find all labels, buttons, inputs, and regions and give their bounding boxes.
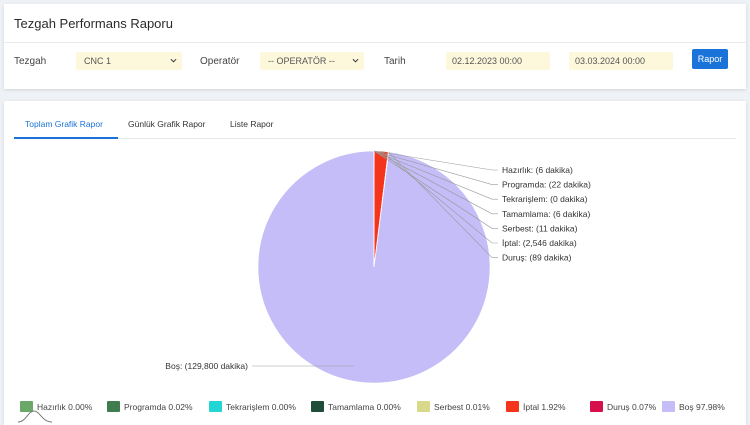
pie-label-programda: Programda: (22 dakika) [502, 180, 591, 190]
legend-swatch [662, 401, 675, 412]
pie-label-durus: Duruş: (89 dakika) [502, 253, 572, 263]
legend-label: Programda 0.02% [124, 402, 193, 412]
legend-label: Boş 97.98% [679, 402, 725, 412]
report-button[interactable]: Rapor [692, 49, 728, 69]
legend-swatch [590, 401, 603, 412]
legend-swatch [506, 401, 519, 412]
legend-swatch [107, 401, 120, 412]
date-start-input[interactable]: 02.12.2023 00:00 [446, 52, 550, 70]
legend-label: Duruş 0.07% [607, 402, 657, 412]
filter-panel: Tezgah Performans Raporu Tezgah CNC 1 Op… [4, 4, 746, 89]
pie-label-bos: Boş: (129,800 dakika) [165, 361, 248, 371]
report-panel: Toplam Grafik Rapor Günlük Grafik Rapor … [4, 101, 746, 425]
pie-label-i-ptal: İptal: (2,546 dakika) [502, 238, 577, 248]
date-label: Tarih [384, 56, 406, 67]
loader-wave-icon [18, 410, 53, 423]
operator-select[interactable]: -- OPERATÖR -- [260, 52, 364, 70]
chevron-down-icon [170, 58, 177, 63]
pie-label-haz-rl-k: Hazırlık: (6 dakika) [502, 165, 573, 175]
pie-label-tamamlama: Tamamlama: (6 dakika) [502, 209, 591, 219]
legend-swatch [311, 401, 324, 412]
page-title: Tezgah Performans Raporu [14, 16, 173, 31]
machine-select-value: CNC 1 [84, 56, 112, 66]
legend-label: Tamamlama 0.00% [328, 402, 401, 412]
pie-label-serbest: Serbest: (11 dakika) [502, 223, 578, 233]
pie-label-tekraris-lem: Tekrarişlem: (0 dakika) [502, 194, 588, 204]
pie-chart: Hazırlık: (6 dakika) Programda: (22 dakik… [165, 150, 591, 384]
operator-label: Operatör [200, 56, 240, 67]
legend-label: İptal 1.92% [523, 402, 566, 412]
operator-select-value: -- OPERATÖR -- [268, 56, 335, 66]
legend-label: Tekrarişlem 0.00% [226, 402, 296, 412]
machine-label: Tezgah [14, 56, 47, 67]
divider [4, 42, 746, 43]
legend-label: Serbest 0.01% [434, 402, 490, 412]
legend-swatch [417, 401, 430, 412]
chevron-down-icon [352, 58, 359, 63]
machine-select[interactable]: CNC 1 [76, 52, 182, 70]
legend-swatch [209, 401, 222, 412]
date-end-input[interactable]: 03.03.2024 00:00 [569, 52, 673, 70]
